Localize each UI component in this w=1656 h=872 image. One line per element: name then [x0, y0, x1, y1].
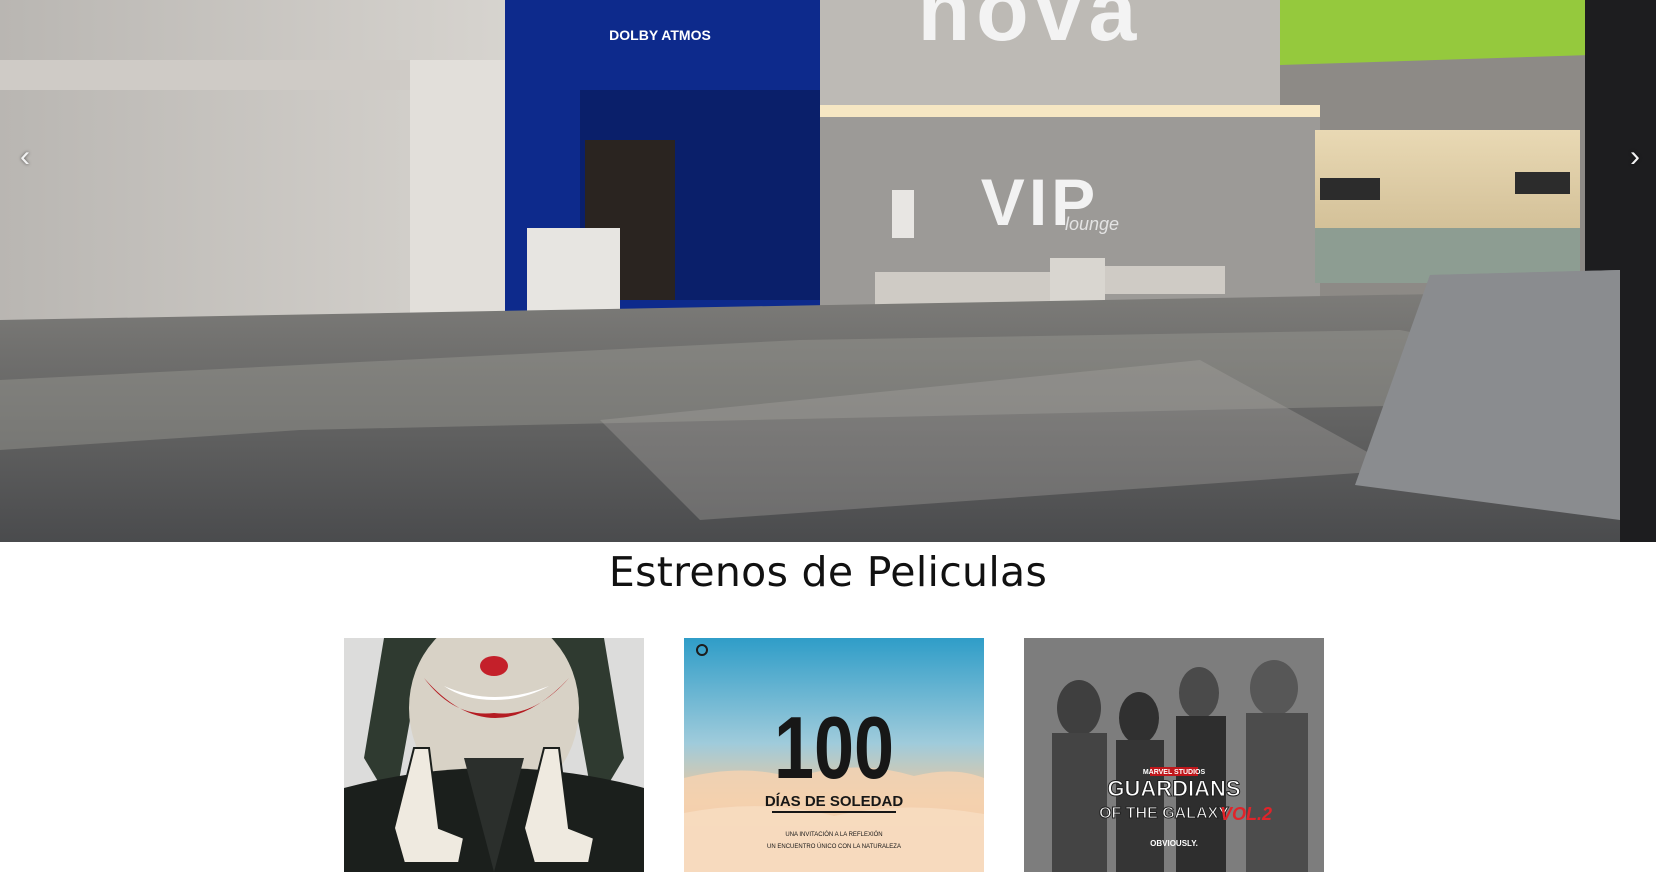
poster-100-tagline-2: UN ENCUENTRO ÚNICO CON LA NATURALEZA — [767, 843, 901, 850]
carousel-slide-image: DOLBY ATMOS nova VIP lounge — [0, 0, 1656, 542]
chevron-right-icon: › — [1630, 140, 1640, 173]
movie-card-100-dias[interactable]: 100 DÍAS DE SOLEDAD UNA INVITACIÓN A LA … — [684, 638, 984, 872]
carousel-prev-button[interactable]: ‹ — [12, 140, 38, 174]
poster-guardians-studio: MARVEL STUDIOS — [1143, 769, 1206, 776]
nova-sign: nova — [918, 0, 1143, 59]
dolby-sign: DOLBY ATMOS — [609, 27, 711, 43]
poster-guardians-vol: VOL.2 — [1220, 804, 1272, 824]
poster-guardians-tagline: OBVIOUSLY. — [1150, 839, 1198, 848]
poster-100-tagline-1: UNA INVITACIÓN A LA REFLEXIÓN — [785, 831, 882, 838]
movie-card-joker[interactable] — [344, 638, 644, 872]
movie-poster-100-dias: 100 DÍAS DE SOLEDAD UNA INVITACIÓN A LA … — [684, 638, 984, 872]
chevron-left-icon: ‹ — [20, 140, 30, 173]
poster-100-title: DÍAS DE SOLEDAD — [765, 793, 904, 810]
carousel-next-button[interactable]: › — [1622, 140, 1648, 174]
section-title: Estrenos de Peliculas — [608, 548, 1048, 596]
hero-carousel: DOLBY ATMOS nova VIP lounge ‹ › — [0, 0, 1656, 542]
movie-card-guardians[interactable]: MARVEL STUDIOS GUARDIANS OF THE GALAXY V… — [1024, 638, 1324, 872]
vip-lounge-script: lounge — [1065, 214, 1119, 234]
movie-poster-joker — [344, 638, 644, 872]
movie-poster-guardians: MARVEL STUDIOS GUARDIANS OF THE GALAXY V… — [1024, 638, 1324, 872]
poster-100-number: 100 — [774, 698, 894, 797]
poster-guardians-title-1: GUARDIANS — [1107, 776, 1240, 801]
poster-guardians-title-2: OF THE GALAXY — [1099, 805, 1229, 822]
